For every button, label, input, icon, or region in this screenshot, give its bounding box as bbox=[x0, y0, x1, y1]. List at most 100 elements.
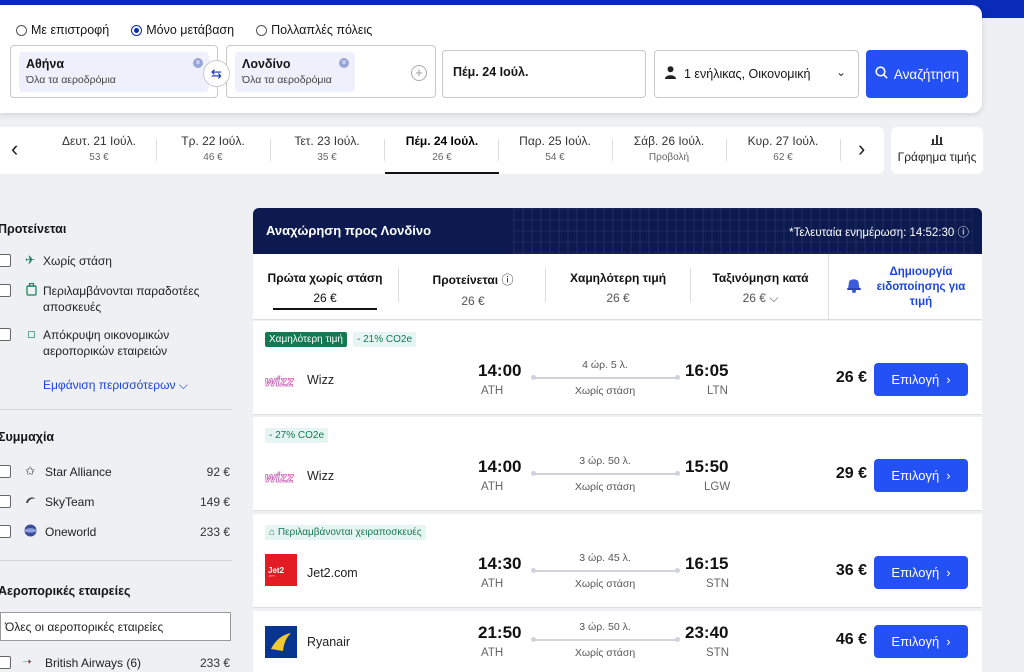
sort-price: 26 € bbox=[313, 291, 337, 305]
sort-cheapest[interactable]: Χαμηλότερη τιμή 26 € bbox=[548, 254, 688, 320]
date-option-active[interactable]: Πέμ. 24 Ιούλ. 26 € bbox=[385, 127, 499, 174]
filter-nonstop-checkbox[interactable] bbox=[0, 254, 11, 267]
carrier-name: Ryanair bbox=[307, 635, 351, 649]
flight-stops: Χωρίς στάση bbox=[574, 481, 636, 493]
date-option[interactable]: Κυρ. 27 Ιούλ. 62 € bbox=[726, 127, 840, 174]
price-alert-button[interactable]: Δημιουργία ειδοποίησης για τιμή bbox=[828, 254, 982, 320]
sort-label: Ταξινόμηση κατά bbox=[712, 271, 809, 285]
passengers-field[interactable]: 1 ενήλικας, Οικονομική ⌄ bbox=[654, 50, 859, 98]
flight-duration: 3 ώρ. 45 λ. bbox=[579, 552, 631, 564]
luggage-icon bbox=[24, 283, 38, 297]
select-flight-button[interactable]: Επιλογή › bbox=[874, 363, 968, 396]
info-icon[interactable]: ⓘ bbox=[958, 227, 970, 239]
search-label: Αναζήτηση bbox=[893, 66, 960, 82]
alliance-checkbox[interactable] bbox=[0, 525, 11, 538]
results-header: Αναχώρηση προς Λονδίνο *Τελευταία ενημέρ… bbox=[253, 208, 982, 254]
select-flight-button[interactable]: Επιλογή › bbox=[874, 459, 968, 492]
departure-time: 14:00 bbox=[478, 361, 522, 380]
alliance-label: Oneworld bbox=[45, 525, 97, 539]
select-label: Επιλογή bbox=[891, 372, 940, 387]
flight-price: 46 € bbox=[835, 631, 867, 648]
sort-recommended[interactable]: Προτείνεται ⓘ 26 € bbox=[403, 254, 543, 320]
select-label: Επιλογή bbox=[891, 565, 940, 580]
date-label: Δευτ. 21 Ιούλ. bbox=[62, 134, 136, 148]
all-airlines-checkbox[interactable]: Όλες οι αεροπορικές εταιρείες bbox=[0, 612, 231, 641]
radio-icon bbox=[16, 24, 27, 36]
date-option[interactable]: Σάβ. 26 Ιούλ. Προβολή bbox=[612, 127, 726, 174]
departure-code: ATH bbox=[481, 647, 504, 659]
bar-chart-icon bbox=[891, 133, 983, 148]
carrier-name: Jet2.com bbox=[307, 566, 358, 580]
date-option[interactable]: Τρ. 22 Ιούλ. 46 € bbox=[156, 127, 270, 174]
destination-city: Λονδίνο bbox=[242, 57, 291, 71]
select-flight-button[interactable]: Επιλογή › bbox=[874, 625, 968, 658]
origin-chip[interactable]: Αθήνα Όλα τα αεροδρόμια × bbox=[19, 52, 209, 92]
price-graph-button[interactable]: Γράφημα τιμής bbox=[891, 127, 983, 174]
info-icon: ⓘ bbox=[501, 273, 514, 287]
airline-checkbox[interactable] bbox=[0, 656, 11, 669]
date-field[interactable]: Πέμ. 24 Ιούλ. bbox=[442, 50, 646, 98]
origin-field[interactable]: Αθήνα Όλα τα αεροδρόμια × bbox=[10, 45, 218, 98]
departure-code: ATH bbox=[481, 578, 504, 590]
bell-icon bbox=[845, 275, 863, 300]
destination-sub: Όλα τα αεροδρόμια bbox=[242, 74, 332, 86]
date-label: Παρ. 25 Ιούλ. bbox=[519, 134, 591, 148]
alliance-checkbox[interactable] bbox=[0, 495, 11, 508]
trip-type-multicity[interactable]: Πολλαπλές πόλεις bbox=[256, 23, 372, 37]
flight-stops: Χωρίς στάση bbox=[574, 385, 636, 397]
alliance-label: Star Alliance bbox=[45, 465, 112, 479]
divider bbox=[0, 560, 232, 561]
airlines-heading: Αεροπορικές εταιρείες bbox=[0, 584, 131, 598]
trip-type-roundtrip[interactable]: Με επιστροφή bbox=[16, 23, 109, 37]
sort-by[interactable]: Ταξινόμηση κατά 26 € ⌵ bbox=[693, 254, 828, 320]
sort-nonstop-first[interactable]: Πρώτα χωρίς στάση 26 € bbox=[265, 254, 385, 320]
show-more-label: Εμφάνιση περισσότερων bbox=[43, 378, 176, 392]
last-updated-label: *Τελευταία ενημέρωση: 14:52:30 bbox=[789, 227, 955, 239]
departure-time: 21:50 bbox=[478, 623, 522, 642]
prev-dates-icon[interactable]: ‹ bbox=[11, 137, 18, 161]
arrival-time: 16:15 bbox=[685, 554, 729, 573]
date-option[interactable]: Δευτ. 21 Ιούλ. 53 € bbox=[42, 127, 156, 174]
departure-code: ATH bbox=[481, 481, 504, 493]
filter-bags-checkbox[interactable] bbox=[0, 284, 11, 297]
clear-origin-icon[interactable]: × bbox=[193, 58, 203, 68]
next-dates-icon[interactable]: › bbox=[858, 137, 865, 161]
select-flight-button[interactable]: Επιλογή › bbox=[874, 556, 968, 589]
flight-card[interactable]: Ryanair 21:50 ATH 3 ώρ. 50 λ. Χωρίς στάσ… bbox=[253, 611, 982, 672]
sort-label: Προτείνεται bbox=[432, 273, 499, 287]
show-more-link[interactable]: Εμφάνιση περισσότερων ⌵ bbox=[43, 378, 188, 393]
destination-field[interactable]: Λονδίνο Όλα τα αεροδρόμια × bbox=[226, 45, 436, 98]
trip-type-group: Με επιστροφή Μόνο μετάβαση Πολλαπλές πόλ… bbox=[16, 23, 372, 37]
trip-type-oneway[interactable]: Μόνο μετάβαση bbox=[131, 23, 234, 37]
trip-type-label: Με επιστροφή bbox=[31, 23, 110, 37]
add-destination-icon[interactable]: + bbox=[411, 65, 427, 81]
alliance-checkbox[interactable] bbox=[0, 465, 11, 478]
radio-icon bbox=[256, 24, 268, 36]
departure-time: 14:30 bbox=[478, 554, 522, 573]
swap-icon[interactable]: ⇆ bbox=[203, 60, 230, 87]
arrival-time: 16:05 bbox=[685, 361, 729, 380]
wizz-logo-icon: wizz bbox=[265, 462, 299, 492]
price-graph-label: Γράφημα τιμής bbox=[897, 150, 977, 164]
filter-label: Απόκρυψη οικονομικών αεροπορικών εταιρει… bbox=[43, 328, 170, 358]
chevron-down-icon: ⌄ bbox=[835, 65, 846, 79]
results-title: Αναχώρηση προς Λονδίνο bbox=[266, 223, 432, 238]
search-button[interactable]: Αναζήτηση bbox=[866, 50, 968, 98]
select-label: Επιλογή bbox=[891, 634, 940, 649]
passengers-value: 1 ενήλικας, Οικονομική bbox=[684, 67, 811, 81]
date-option[interactable]: Παρ. 25 Ιούλ. 54 € bbox=[498, 127, 612, 174]
flight-card[interactable]: Χαμηλότερη τιμή - 21% CO2e wizz Wizz 14:… bbox=[253, 321, 982, 415]
filter-hide-lowcost-checkbox[interactable] bbox=[0, 328, 11, 341]
all-airlines-label: Όλες οι αεροπορικές εταιρείες bbox=[5, 620, 164, 634]
destination-chip[interactable]: Λονδίνο Όλα τα αεροδρόμια × bbox=[235, 52, 355, 92]
date-option[interactable]: Τετ. 23 Ιούλ. 35 € bbox=[270, 127, 384, 174]
search-icon bbox=[875, 66, 888, 82]
departure-code: ATH bbox=[481, 385, 504, 397]
chevron-right-icon: › bbox=[946, 565, 951, 580]
origin-city: Αθήνα bbox=[26, 57, 65, 71]
flight-card[interactable]: ⌂ Περιλαμβάνονται χειραποσκευές Jet2 .com… bbox=[253, 514, 982, 608]
arrival-code: STN bbox=[706, 647, 729, 659]
clear-destination-icon[interactable]: × bbox=[339, 58, 349, 68]
flight-card[interactable]: - 27% CO2e wizz Wizz 14:00 ATH 3 ώρ. 50 … bbox=[253, 417, 982, 511]
person-icon bbox=[665, 66, 676, 82]
